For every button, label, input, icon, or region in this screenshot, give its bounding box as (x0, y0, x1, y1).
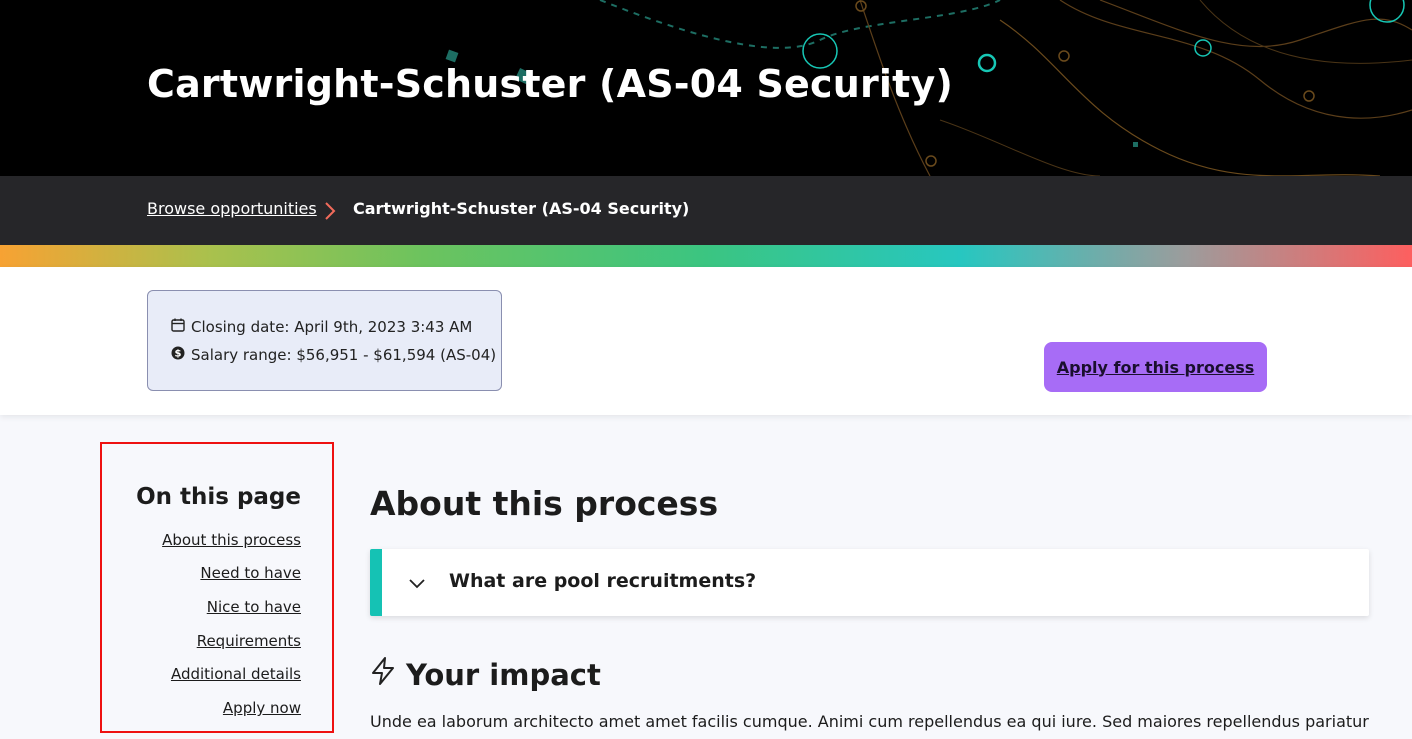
closing-date-text: Closing date: April 9th, 2023 3:43 AM (191, 318, 473, 336)
process-info-box: Closing date: April 9th, 2023 3:43 AM $ … (147, 290, 502, 391)
salary-range-row: $ Salary range: $56,951 - $61,594 (AS-04… (171, 346, 496, 364)
chevron-right-icon (322, 201, 338, 225)
chevron-down-icon (408, 574, 426, 593)
toc-link-about[interactable]: About this process (162, 531, 301, 549)
about-heading: About this process (370, 484, 719, 523)
breadcrumb-link-browse[interactable]: Browse opportunities (147, 199, 317, 218)
closing-date-row: Closing date: April 9th, 2023 3:43 AM (171, 318, 472, 336)
on-this-page-nav: On this page About this process Need to … (100, 442, 334, 733)
dollar-icon: $ (171, 346, 185, 364)
page-title: Cartwright-Schuster (AS-04 Security) (147, 62, 954, 106)
impact-heading: Your impact (370, 656, 601, 693)
pool-recruitments-accordion[interactable]: What are pool recruitments? (370, 549, 1369, 616)
toc-title: On this page (136, 484, 301, 510)
toc-link-apply-now[interactable]: Apply now (223, 699, 301, 717)
breadcrumb-current: Cartwright-Schuster (AS-04 Security) (353, 199, 690, 218)
toc-link-additional-details[interactable]: Additional details (171, 665, 301, 683)
apply-button[interactable]: Apply for this process (1044, 342, 1267, 392)
hero-banner: Cartwright-Schuster (AS-04 Security) (0, 0, 1412, 176)
svg-text:$: $ (175, 349, 182, 360)
calendar-icon (171, 318, 185, 336)
salary-range-text: Salary range: $56,951 - $61,594 (AS-04) (191, 346, 497, 364)
impact-heading-text: Your impact (406, 657, 601, 692)
toc-link-requirements[interactable]: Requirements (197, 632, 301, 650)
toc-link-nice-to-have[interactable]: Nice to have (207, 598, 301, 616)
gradient-divider (0, 245, 1412, 267)
impact-paragraph: Unde ea laborum architecto amet amet fac… (370, 712, 1369, 731)
toc-link-need-to-have[interactable]: Need to have (200, 564, 301, 582)
lightning-icon (370, 656, 396, 693)
accordion-label: What are pool recruitments? (449, 570, 757, 592)
